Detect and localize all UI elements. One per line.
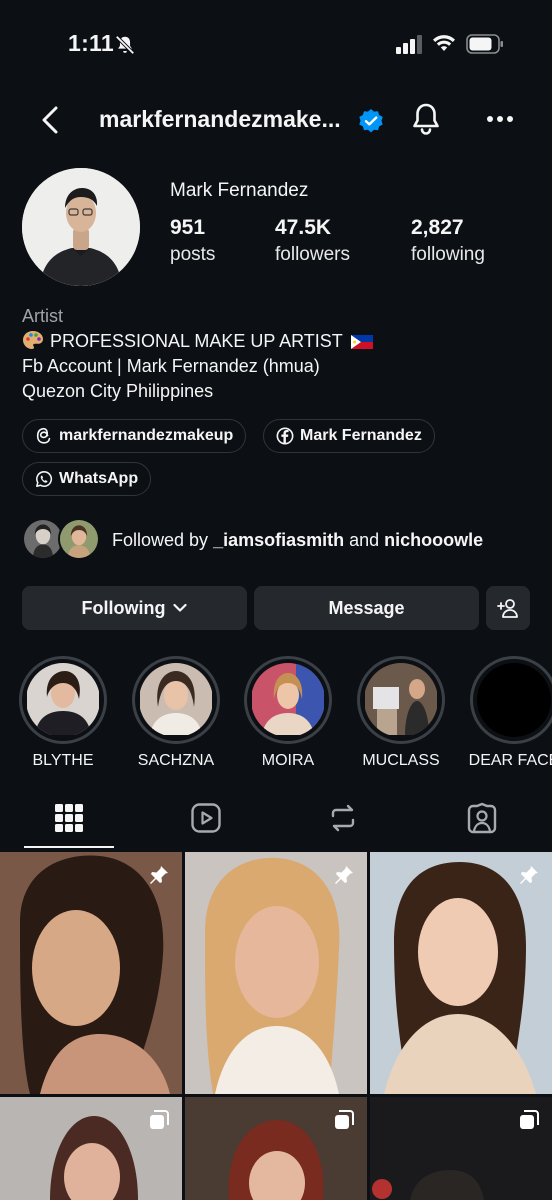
bio-line-3: Quezon City Philippines — [22, 381, 214, 401]
threads-link-label: markfernandezmakeup — [59, 427, 234, 444]
highlight-label: MUCLASS — [362, 752, 440, 769]
message-button[interactable]: Message — [254, 586, 479, 630]
mutual-follower-avatar-2 — [58, 518, 100, 560]
mutual-user-1[interactable]: _iamsofiasmith — [213, 530, 344, 550]
highlight-sachzna[interactable]: SACHZNA — [132, 656, 220, 770]
post-thumbnail[interactable] — [0, 852, 182, 1094]
suggested-accounts-button[interactable] — [486, 586, 530, 630]
cellular-signal-icon — [396, 35, 422, 54]
highlight-ring — [357, 656, 445, 744]
carousel-icon — [150, 1110, 169, 1129]
profile-username: markfernandezmake... — [99, 106, 341, 132]
post-thumbnail[interactable] — [370, 1097, 552, 1200]
highlight-cover — [26, 663, 100, 737]
notification-bell-icon[interactable] — [410, 102, 442, 136]
following-count: 2,827 — [411, 216, 464, 239]
highlight-cover — [251, 663, 325, 737]
grid-icon[interactable] — [53, 802, 85, 834]
following-label: following — [411, 244, 485, 265]
more-options-icon[interactable] — [486, 114, 514, 124]
bio-line-1: PROFESSIONAL MAKE UP ARTIST — [22, 329, 532, 354]
status-bar: 1:11 — [0, 0, 552, 92]
posts-count: 951 — [170, 216, 206, 239]
back-arrow-icon[interactable] — [38, 104, 64, 136]
profile-bio: Artist PROFESSIONAL MAKE UP ARTIST Fb Ac… — [22, 304, 532, 404]
threads-icon — [36, 427, 51, 444]
profile-category: Artist — [22, 306, 64, 326]
palette-emoji-icon — [23, 331, 43, 349]
following-button[interactable]: Following — [22, 586, 247, 630]
followers-label: followers — [275, 244, 350, 265]
whatsapp-link-chip[interactable]: WhatsApp — [22, 462, 152, 496]
carousel-icon — [520, 1110, 539, 1129]
whatsapp-link-label: WhatsApp — [59, 470, 139, 487]
bio-line-1-text: PROFESSIONAL MAKE UP ARTIST — [50, 331, 343, 351]
highlight-ring — [244, 656, 332, 744]
highlight-blythe[interactable]: BLYTHE — [19, 656, 107, 770]
facebook-link-chip[interactable]: Mark Fernandez — [263, 419, 435, 453]
post-thumbnail[interactable] — [185, 1097, 367, 1200]
highlight-label: BLYTHE — [32, 752, 94, 769]
facebook-link-label: Mark Fernandez — [300, 427, 422, 444]
bio-line-2: Fb Account | Mark Fernandez (hmua) — [22, 356, 320, 376]
mutual-followers-text: Followed by _iamsofiasmith and nichooowl… — [112, 530, 483, 551]
silent-mode-icon — [115, 35, 135, 55]
threads-link-chip[interactable]: markfernandezmakeup — [22, 419, 247, 453]
carousel-icon — [335, 1110, 354, 1129]
following-stat[interactable]: 2,827 following — [411, 216, 485, 266]
highlight-label: MOIRA — [261, 752, 315, 769]
battery-icon — [466, 34, 503, 54]
followers-stat[interactable]: 47.5K followers — [275, 216, 350, 266]
post-thumbnail[interactable] — [185, 852, 367, 1094]
post-thumbnail[interactable] — [0, 1097, 182, 1200]
highlight-label: DEAR FACE — [468, 752, 552, 769]
active-tab-indicator — [24, 846, 114, 848]
highlight-label: SACHZNA — [137, 752, 215, 769]
facebook-icon — [276, 427, 294, 445]
avatar-photo — [22, 168, 140, 286]
posts-stat[interactable]: 951 posts — [170, 216, 215, 266]
highlight-ring — [470, 656, 552, 744]
highlight-moira[interactable]: MOIRA — [244, 656, 332, 770]
wifi-icon — [433, 35, 455, 51]
profile-tab-bar — [0, 792, 552, 850]
highlight-cover — [477, 663, 551, 737]
mutual-followers[interactable]: Followed by _iamsofiasmith and nichooowl… — [22, 516, 542, 564]
following-button-label: Following — [81, 597, 166, 618]
profile-display-name: Mark Fernandez — [170, 180, 309, 201]
profile-avatar[interactable] — [22, 168, 140, 286]
philippines-flag-icon — [351, 335, 374, 350]
add-person-icon — [497, 599, 518, 618]
highlight-ring — [132, 656, 220, 744]
pin-icon — [520, 866, 538, 884]
followers-count: 47.5K — [275, 216, 332, 239]
followed-by-joiner: and — [344, 530, 385, 550]
whatsapp-icon — [36, 471, 53, 487]
verified-badge-icon — [359, 109, 383, 133]
tagged-icon[interactable] — [466, 802, 498, 834]
pin-icon — [335, 866, 353, 884]
followed-by-prefix: Followed by — [112, 530, 214, 550]
highlight-dear-face[interactable]: DEAR FACE — [469, 656, 552, 770]
highlight-cover — [139, 663, 213, 737]
highlight-ring — [19, 656, 107, 744]
reposts-icon[interactable] — [327, 802, 359, 834]
posts-label: posts — [170, 244, 216, 265]
pin-icon — [150, 866, 168, 884]
status-time: 1:11 — [68, 30, 114, 56]
post-thumbnail[interactable] — [370, 852, 552, 1094]
profile-nav-bar: markfernandezmake... — [0, 92, 552, 148]
message-button-label: Message — [328, 597, 405, 618]
chevron-down-icon — [173, 603, 188, 612]
posts-grid — [0, 852, 552, 1200]
highlight-cover — [364, 663, 438, 737]
highlight-muclass[interactable]: MUCLASS — [357, 656, 445, 770]
mutual-user-2[interactable]: nichooowle — [384, 530, 483, 550]
reels-icon[interactable] — [190, 802, 222, 834]
